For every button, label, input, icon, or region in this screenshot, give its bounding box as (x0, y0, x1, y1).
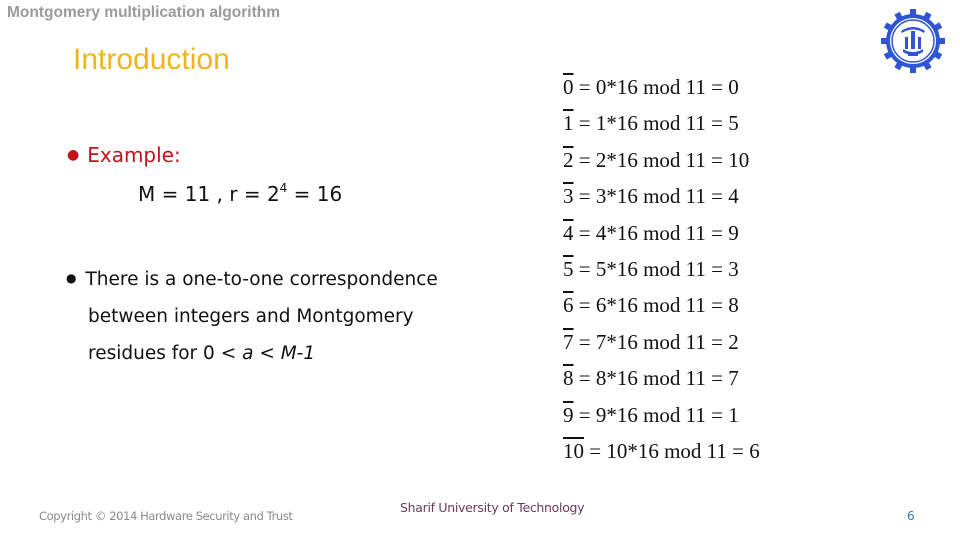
residue-overline: 2 (563, 147, 574, 172)
presentation-title: Montgomery multiplication algorithm (7, 4, 280, 21)
residue-overline: 1 (563, 111, 574, 136)
residue-equation: 4 = 4*16 mod 11 = 9 (563, 218, 760, 254)
montgomery-residue-list: 0 = 0*16 mod 11 = 0 1 = 1*16 mod 11 = 5 … (563, 72, 760, 472)
residue-overline: 8 (563, 366, 574, 391)
slide-title: Introduction (73, 43, 230, 76)
residue-expression: = 2*16 mod 11 = 10 (573, 147, 750, 172)
bullet-text: residues for 0 < (88, 343, 243, 364)
bullet-example: ● Example: (67, 143, 181, 167)
equation-prefix: M = 11 , r = 2 (138, 182, 280, 206)
residue-expression: = 4*16 mod 11 = 9 (573, 220, 739, 245)
residue-expression: = 6*16 mod 11 = 8 (573, 293, 739, 318)
bullet-line-3: residues for 0 < a < M-1 (66, 335, 496, 372)
university-name: Sharif University of Technology (400, 500, 585, 515)
residue-equation: 7 = 7*16 mod 11 = 2 (563, 327, 760, 363)
residue-equation: 2 = 2*16 mod 11 = 10 (563, 145, 760, 181)
bullet-line-1: ● There is a one-to-one correspondence (66, 260, 496, 298)
residue-expression: = 0*16 mod 11 = 0 (573, 75, 739, 99)
residue-expression: = 3*16 mod 11 = 4 (573, 184, 739, 209)
bullet-dot-icon: ● (66, 271, 77, 285)
equation-suffix: = 16 (287, 182, 343, 206)
residue-equation: 0 = 0*16 mod 11 = 0 (563, 72, 760, 108)
residue-equation: 8 = 8*16 mod 11 = 7 (563, 363, 760, 399)
residue-expression: = 7*16 mod 11 = 2 (573, 329, 739, 354)
residue-overline: 10 (563, 438, 584, 463)
residue-overline: 5 (563, 256, 574, 281)
residue-expression: = 8*16 mod 11 = 7 (573, 366, 739, 391)
bullet-correspondence: ● There is a one-to-one correspondence be… (66, 260, 496, 372)
residue-equation: 10 = 10*16 mod 11 = 6 (563, 436, 760, 472)
bullet-text: < (253, 343, 281, 364)
example-equation: M = 11 , r = 24 = 16 (138, 182, 342, 206)
example-label: Example: (87, 143, 181, 167)
copyright-notice: Copyright © 2014 Hardware Security and T… (39, 509, 293, 523)
residue-overline: 9 (563, 402, 574, 427)
bullet-text: There is a one-to-one correspondence (85, 269, 438, 290)
residue-overline: 0 (563, 75, 574, 99)
residue-overline: 6 (563, 293, 574, 318)
residue-expression: = 10*16 mod 11 = 6 (584, 438, 760, 463)
variable-a: a (242, 343, 254, 364)
university-logo-icon (881, 9, 945, 73)
residue-equation: 1 = 1*16 mod 11 = 5 (563, 108, 760, 144)
residue-expression: = 5*16 mod 11 = 3 (573, 256, 739, 281)
bullet-dot-icon: ● (67, 147, 80, 163)
residue-overline: 3 (563, 184, 574, 209)
residue-overline: 4 (563, 220, 574, 245)
bullet-line-2: between integers and Montgomery (88, 306, 414, 327)
residue-equation: 9 = 9*16 mod 11 = 1 (563, 400, 760, 436)
residue-overline: 7 (563, 329, 574, 354)
residue-equation: 5 = 5*16 mod 11 = 3 (563, 254, 760, 290)
residue-expression: = 1*16 mod 11 = 5 (573, 111, 739, 136)
residue-equation: 3 = 3*16 mod 11 = 4 (563, 181, 760, 217)
residue-expression: = 9*16 mod 11 = 1 (573, 402, 739, 427)
variable-m-minus-1: M-1 (280, 343, 316, 364)
residue-equation: 6 = 6*16 mod 11 = 8 (563, 290, 760, 326)
page-number: 6 (907, 509, 915, 523)
